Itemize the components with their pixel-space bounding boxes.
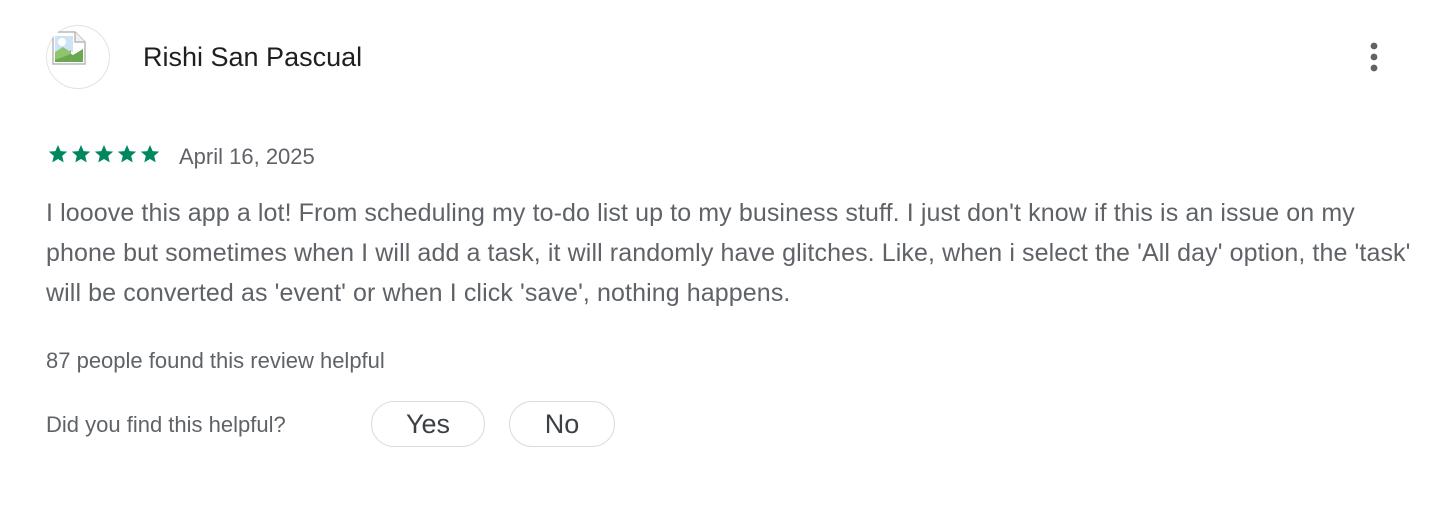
yes-button[interactable]: Yes [371, 401, 485, 447]
no-button[interactable]: No [509, 401, 615, 447]
star-icon [48, 145, 68, 163]
star-icon [94, 145, 114, 163]
more-options-button[interactable] [1352, 35, 1396, 79]
star-icon [117, 145, 137, 163]
more-vert-icon [1370, 42, 1378, 72]
helpful-count: 87 people found this review helpful [46, 348, 385, 373]
star-icon [71, 145, 91, 163]
helpful-question: Did you find this helpful? [46, 412, 286, 437]
reviewer-name: Rishi San Pascual [143, 42, 363, 72]
review-text: I looove this app a lot! From scheduling… [46, 199, 1411, 307]
review-header: Rishi San Pascual [46, 25, 1396, 89]
star-rating [47, 143, 161, 165]
star-icon [140, 145, 160, 163]
review-card: Rishi San Pascual April 16, 2025 I looov… [0, 0, 1446, 530]
review-date: April 16, 2025 [179, 144, 315, 169]
avatar [46, 25, 110, 89]
broken-image-icon [52, 31, 86, 65]
